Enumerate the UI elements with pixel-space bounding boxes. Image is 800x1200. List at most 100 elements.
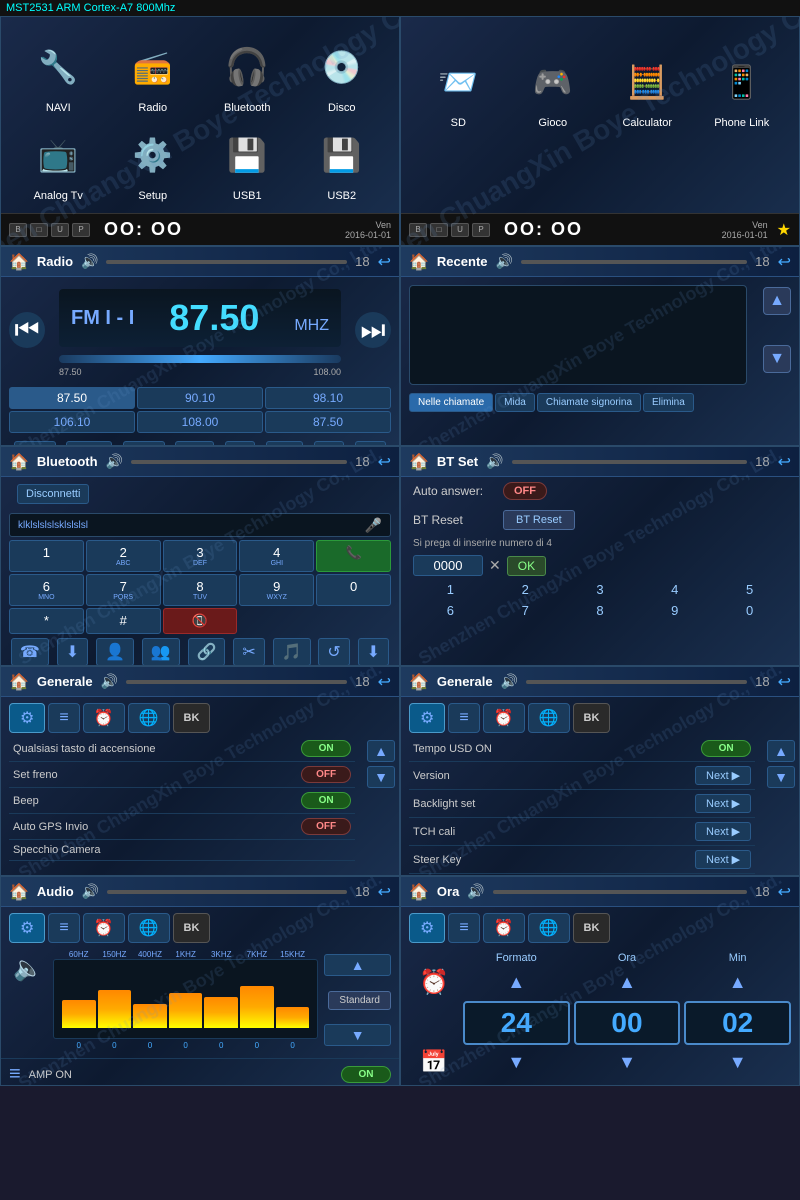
eq-preset-btn[interactable]: Standard <box>328 991 391 1010</box>
numpad-3[interactable]: 3DEF <box>163 540 238 572</box>
app-gioco[interactable]: 🎮 Gioco <box>506 47 601 208</box>
eq-scroll-down[interactable]: ▼ <box>324 1024 391 1046</box>
radio-back[interactable]: ↩ <box>378 252 391 272</box>
gen-r-tab-eq[interactable]: ≡ <box>448 703 479 733</box>
bt-back[interactable]: ↩ <box>378 452 391 472</box>
app-sd[interactable]: 📨 SD <box>411 47 506 208</box>
gen-r-tab-clock[interactable]: ⏰ <box>483 703 525 733</box>
bt-func-4[interactable]: 🔗 <box>188 638 226 666</box>
radio-vol-slider[interactable] <box>106 260 347 264</box>
bt-func-8[interactable]: ⬇ <box>358 638 389 666</box>
ora-sync-toggle[interactable]: ON <box>737 1085 787 1086</box>
audio-vol-slider[interactable] <box>107 890 347 894</box>
app-radio[interactable]: 📻 Radio <box>106 32 201 120</box>
preset-4[interactable]: 106.10 <box>9 411 135 433</box>
gen-l-tab-globe[interactable]: 🌐 <box>128 703 170 733</box>
bt-func-7[interactable]: ↺ <box>318 638 349 666</box>
btset-n3[interactable]: 3 <box>590 582 610 597</box>
numpad-endcall[interactable]: 📵 <box>163 608 238 634</box>
gen-r-next-2[interactable]: Next ▶ <box>695 794 751 813</box>
btset-reset-btn[interactable]: BT Reset <box>503 510 575 530</box>
numpad-0[interactable]: 0 <box>316 574 391 606</box>
audio-back[interactable]: ↩ <box>378 882 391 902</box>
gen-l-tab-bk[interactable]: BK <box>173 703 211 733</box>
gen-l-toggle-1[interactable]: OFF <box>301 766 351 783</box>
gen-r-scroll-down[interactable]: ▼ <box>767 766 795 788</box>
ora-calendar-icon[interactable]: 📅 <box>409 1049 459 1075</box>
gen-l-toggle-3[interactable]: OFF <box>301 818 351 835</box>
radio-prev-btn[interactable]: ⏮ <box>9 312 45 348</box>
bt-vol-slider[interactable] <box>131 460 347 464</box>
ora-hora-down[interactable]: ▼ <box>574 1052 681 1073</box>
eq-bar-1[interactable] <box>98 960 132 1038</box>
bt-func-0[interactable]: ☎ <box>11 638 49 666</box>
bt-func-1[interactable]: ⬇ <box>57 638 88 666</box>
recente-tab-3[interactable]: Elimina <box>643 393 694 412</box>
gen-l-toggle-2[interactable]: ON <box>301 792 351 809</box>
gen-r-vol-slider[interactable] <box>526 680 747 684</box>
gen-r-scroll-up[interactable]: ▲ <box>767 740 795 762</box>
bt-func-3[interactable]: 👥 <box>142 638 180 666</box>
btset-n0[interactable]: 0 <box>740 603 760 618</box>
gen-r-next-4[interactable]: Next ▶ <box>695 850 751 869</box>
numpad-4[interactable]: 4GHI <box>239 540 314 572</box>
app-setup[interactable]: ⚙️ Setup <box>106 120 201 208</box>
ora-formato-down[interactable]: ▼ <box>463 1052 570 1073</box>
btset-n4[interactable]: 4 <box>665 582 685 597</box>
eq-bar-0[interactable] <box>62 960 96 1038</box>
numpad-hash[interactable]: # <box>86 608 161 634</box>
bt-func-6[interactable]: 🎵 <box>273 638 311 666</box>
numpad-9[interactable]: 9WXYZ <box>239 574 314 606</box>
gen-l-tab-clock[interactable]: ⏰ <box>83 703 125 733</box>
bt-disconnect-btn[interactable]: Disconnetti <box>17 484 89 504</box>
numpad-6[interactable]: 6MNO <box>9 574 84 606</box>
recente-vol-slider[interactable] <box>521 260 747 264</box>
recente-tab-1[interactable]: Mida <box>495 393 535 412</box>
gen-l-back[interactable]: ↩ <box>378 672 391 692</box>
gen-r-tab-settings[interactable]: ⚙ <box>409 703 445 733</box>
eq-bar-2[interactable] <box>133 960 167 1038</box>
ora-tab-clock[interactable]: ⏰ <box>483 913 525 943</box>
numpad-7[interactable]: 7PQRS <box>86 574 161 606</box>
preset-1[interactable]: 87.50 <box>9 387 135 409</box>
ora-tab-bk[interactable]: BK <box>573 913 611 943</box>
app-disco[interactable]: 💿 Disco <box>295 32 390 120</box>
btset-pin-clear[interactable]: ✕ <box>489 557 501 574</box>
app-calculator[interactable]: 🧮 Calculator <box>600 47 695 208</box>
preset-2[interactable]: 90.10 <box>137 387 263 409</box>
amp-on-toggle[interactable]: ON <box>341 1066 391 1083</box>
preset-6[interactable]: 87.50 <box>265 411 391 433</box>
numpad-8[interactable]: 8TUV <box>163 574 238 606</box>
preset-5[interactable]: 108.00 <box>137 411 263 433</box>
gen-l-tab-eq[interactable]: ≡ <box>48 703 79 733</box>
gen-l-tab-settings[interactable]: ⚙ <box>9 703 45 733</box>
ora-hora-up[interactable]: ▲ <box>574 972 681 993</box>
ora-formato-up[interactable]: ▲ <box>463 972 570 993</box>
radio-next-btn[interactable]: ⏭ <box>355 312 391 348</box>
btset-n7[interactable]: 7 <box>515 603 535 618</box>
app-usb2[interactable]: 💾 USB2 <box>295 120 390 208</box>
audio-tab-bk[interactable]: BK <box>173 913 211 943</box>
btset-pin-input[interactable] <box>413 555 483 576</box>
btset-auto-answer-toggle[interactable]: OFF <box>503 482 547 500</box>
numpad-star[interactable]: * <box>9 608 84 634</box>
gen-l-scroll-up[interactable]: ▲ <box>367 740 395 762</box>
app-navi[interactable]: 🔧 NAVI <box>11 32 106 120</box>
ora-vol-slider[interactable] <box>493 890 747 894</box>
btset-n1[interactable]: 1 <box>440 582 460 597</box>
recente-down-btn[interactable]: ▼ <box>763 345 791 373</box>
eq-scroll-up[interactable]: ▲ <box>324 954 391 976</box>
recente-back[interactable]: ↩ <box>778 252 791 272</box>
audio-tab-globe[interactable]: 🌐 <box>128 913 170 943</box>
eq-bar-6[interactable] <box>276 960 310 1038</box>
btset-n5[interactable]: 5 <box>740 582 760 597</box>
btset-ok-btn[interactable]: OK <box>507 556 546 576</box>
btset-n6[interactable]: 6 <box>440 603 460 618</box>
gen-r-back[interactable]: ↩ <box>778 672 791 692</box>
numpad-call[interactable]: 📞 <box>316 540 391 572</box>
numpad-1[interactable]: 1 <box>9 540 84 572</box>
eq-bar-5[interactable] <box>240 960 274 1038</box>
audio-tab-eq[interactable]: ≡ <box>48 913 79 943</box>
app-usb1[interactable]: 💾 USB1 <box>200 120 295 208</box>
preset-3[interactable]: 98.10 <box>265 387 391 409</box>
